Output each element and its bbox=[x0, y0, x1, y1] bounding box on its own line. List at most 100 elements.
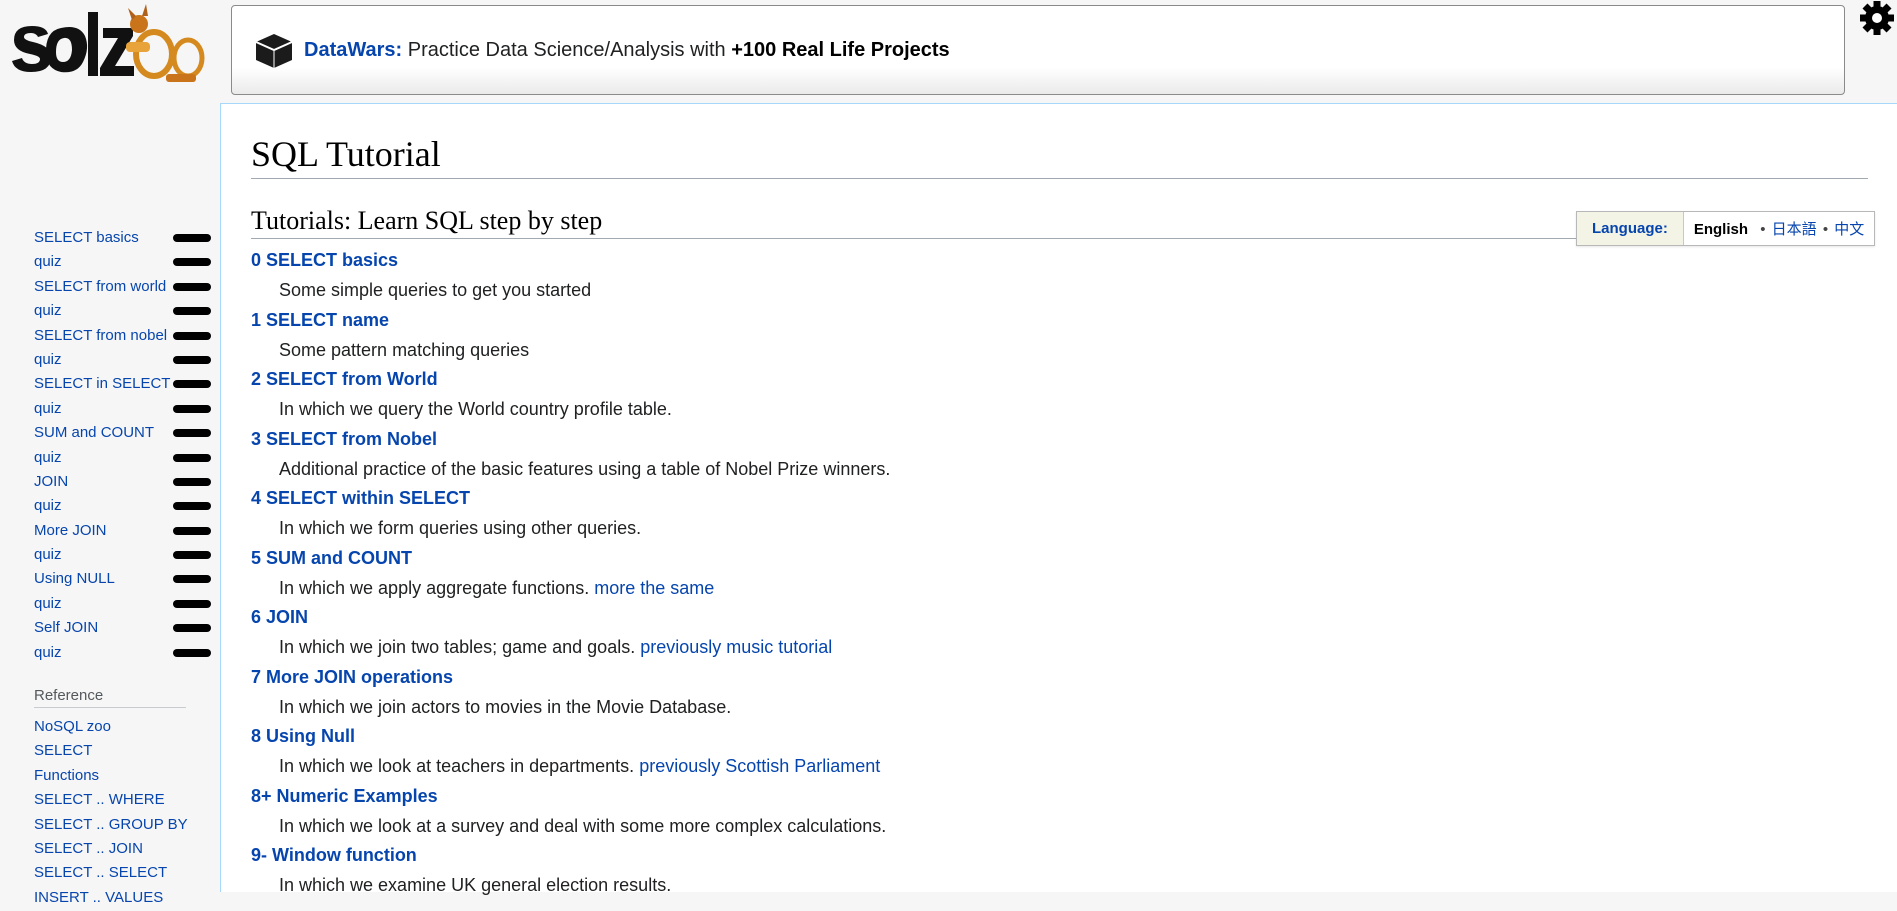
banner-text: DataWars: Practice Data Science/Analysis… bbox=[304, 39, 950, 62]
sidebar-item-link[interactable]: quiz bbox=[34, 546, 62, 563]
tutorial-item: 7 More JOIN operations In which we join a… bbox=[251, 663, 1651, 723]
tutorial-link[interactable]: 7 More JOIN operations bbox=[251, 667, 453, 688]
tutorial-description: In which we examine UK general election … bbox=[279, 875, 671, 896]
language-option-chinese[interactable]: 中文 bbox=[1834, 221, 1864, 238]
reference-item-link[interactable]: Functions bbox=[34, 765, 188, 789]
tutorial-description: In which we apply aggregate functions. m… bbox=[279, 578, 714, 599]
sidebar-item-link[interactable]: quiz bbox=[34, 595, 62, 612]
sidebar-item-link[interactable]: quiz bbox=[34, 253, 62, 270]
sidebar-item-link[interactable]: SELECT in SELECT bbox=[34, 375, 170, 392]
tutorial-item: 4 SELECT within SELECT In which we form q… bbox=[251, 484, 1651, 544]
sidebar-item-link[interactable]: quiz bbox=[34, 449, 62, 466]
progress-bar bbox=[173, 258, 211, 267]
tutorial-extra-link[interactable]: more the same bbox=[594, 578, 714, 598]
tutorial-description: In which we look at teachers in departme… bbox=[279, 756, 880, 777]
tutorial-description: Some pattern matching queries bbox=[279, 340, 529, 361]
sqlzoo-logo[interactable] bbox=[6, 2, 212, 84]
tutorial-link[interactable]: 8 Using Null bbox=[251, 726, 355, 747]
tutorial-item: 3 SELECT from Nobel Additional practice o… bbox=[251, 425, 1651, 485]
tutorial-description-text: In which we look at teachers in departme… bbox=[279, 756, 635, 776]
sidebar-item: SELECT from nobel bbox=[34, 324, 214, 348]
sidebar-item: SELECT basics bbox=[34, 226, 214, 250]
language-separator: • bbox=[1760, 221, 1766, 238]
tutorial-item: 8+ Numeric Examples In which we look at a… bbox=[251, 782, 1651, 842]
sidebar-item: SELECT from world bbox=[34, 275, 214, 299]
progress-bar bbox=[173, 429, 211, 438]
tutorial-description-text: In which we look at a survey and deal wi… bbox=[279, 815, 887, 836]
sidebar-item-link[interactable]: quiz bbox=[34, 302, 62, 319]
tutorial-link[interactable]: 5 SUM and COUNT bbox=[251, 548, 412, 569]
sidebar-item-link[interactable]: quiz bbox=[34, 351, 62, 368]
tutorial-item: 2 SELECT from World In which we query the… bbox=[251, 365, 1651, 425]
main-content: SQL Tutorial Tutorials: Learn SQL step b… bbox=[220, 103, 1897, 895]
progress-bar bbox=[173, 380, 211, 389]
sidebar-item: Self JOIN bbox=[34, 616, 214, 640]
tutorial-description: Some simple queries to get you started bbox=[279, 280, 591, 301]
language-option-japanese[interactable]: 日本語 bbox=[1772, 221, 1817, 238]
tutorial-item: 1 SELECT name Some pattern matching queri… bbox=[251, 306, 1651, 366]
tutorial-link[interactable]: 9- Window function bbox=[251, 845, 417, 866]
banner-highlight: +100 Real Life Projects bbox=[731, 39, 950, 61]
logo-glyphs bbox=[12, 12, 134, 76]
language-current: English bbox=[1693, 221, 1749, 238]
tutorial-description-text: In which we form queries using other que… bbox=[279, 518, 642, 538]
progress-bar bbox=[173, 526, 211, 535]
reference-item-link[interactable]: SELECT bbox=[34, 740, 188, 764]
sidebar-quiz-item: quiz bbox=[34, 446, 214, 470]
sidebar-quiz-item: quiz bbox=[34, 543, 214, 567]
tutorial-extra-link[interactable]: previously music tutorial bbox=[640, 637, 832, 657]
gear-icon[interactable] bbox=[1857, 0, 1897, 40]
language-selector: Language: English • 日本語 • 中文 bbox=[1576, 211, 1876, 246]
sidebar-item-link[interactable]: quiz bbox=[34, 644, 62, 661]
tutorial-link[interactable]: 0 SELECT basics bbox=[251, 250, 398, 271]
reference-item-link[interactable]: SELECT .. JOIN bbox=[34, 838, 188, 862]
tutorial-description-text: In which we join actors to movies in the… bbox=[279, 696, 732, 717]
sidebar-item-link[interactable]: JOIN bbox=[34, 473, 68, 490]
sidebar-item-link[interactable]: Using NULL bbox=[34, 570, 115, 587]
tutorial-link[interactable]: 3 SELECT from Nobel bbox=[251, 429, 437, 450]
sidebar-item-link[interactable]: SELECT from nobel bbox=[34, 327, 167, 344]
progress-bar bbox=[173, 282, 211, 291]
tutorial-item: 8 Using Null In which we look at teachers… bbox=[251, 722, 1651, 782]
progress-bar bbox=[173, 477, 211, 486]
reference-item-link[interactable]: SELECT .. SELECT bbox=[34, 862, 188, 886]
sidebar-item-link[interactable]: Self JOIN bbox=[34, 619, 98, 636]
page-title: SQL Tutorial bbox=[251, 132, 1868, 179]
sidebar-item-link[interactable]: SUM and COUNT bbox=[34, 424, 154, 441]
tutorial-link[interactable]: 6 JOIN bbox=[251, 607, 308, 628]
progress-bar bbox=[173, 234, 211, 242]
reference-item-link[interactable]: SELECT .. GROUP BY bbox=[34, 814, 188, 838]
sidebar-item: More JOIN bbox=[34, 519, 214, 543]
language-separator: • bbox=[1822, 221, 1829, 238]
sidebar-item-link[interactable]: SELECT from world bbox=[34, 278, 166, 295]
reference-heading: Reference bbox=[34, 687, 186, 708]
progress-bar bbox=[173, 624, 211, 633]
sidebar-quiz-item: quiz bbox=[34, 299, 214, 323]
language-options: English • 日本語 • 中文 bbox=[1684, 218, 1874, 239]
reference-item-link[interactable]: SELECT .. WHERE bbox=[34, 789, 188, 813]
tutorial-description: Additional practice of the basic feature… bbox=[279, 459, 890, 480]
sidebar-item-link[interactable]: quiz bbox=[34, 497, 62, 514]
tutorial-link[interactable]: 4 SELECT within SELECT bbox=[251, 488, 470, 509]
progress-bar bbox=[173, 307, 211, 316]
tutorial-link[interactable]: 8+ Numeric Examples bbox=[251, 786, 438, 807]
sidebar-quiz-item: quiz bbox=[34, 494, 214, 518]
tutorial-description-text: Some simple queries to get you started bbox=[279, 280, 592, 300]
tutorial-link[interactable]: 1 SELECT name bbox=[251, 310, 389, 331]
reference-item-link[interactable]: NoSQL zoo bbox=[34, 716, 188, 740]
tutorial-description-text: In which we apply aggregate functions. bbox=[279, 577, 590, 598]
tutorial-description-text: In which we examine UK general election … bbox=[279, 875, 672, 895]
sidebar-item-link[interactable]: SELECT basics bbox=[34, 229, 139, 246]
banner-brand-link[interactable]: DataWars: bbox=[304, 39, 402, 61]
reference-item-link[interactable]: INSERT .. VALUES bbox=[34, 887, 188, 911]
tutorial-link[interactable]: 2 SELECT from World bbox=[251, 369, 438, 390]
banner-tagline: Practice Data Science/Analysis with bbox=[407, 39, 726, 61]
progress-bar bbox=[173, 551, 211, 560]
tutorial-extra-link[interactable]: previously Scottish Parliament bbox=[639, 756, 880, 776]
progress-bar bbox=[173, 575, 211, 584]
sidebar-item: JOIN bbox=[34, 470, 214, 494]
sidebar-item-link[interactable]: More JOIN bbox=[34, 522, 107, 539]
sidebar-item-link[interactable]: quiz bbox=[34, 400, 62, 417]
progress-bar bbox=[173, 331, 211, 340]
datawars-banner[interactable]: DataWars: Practice Data Science/Analysis… bbox=[231, 5, 1845, 95]
